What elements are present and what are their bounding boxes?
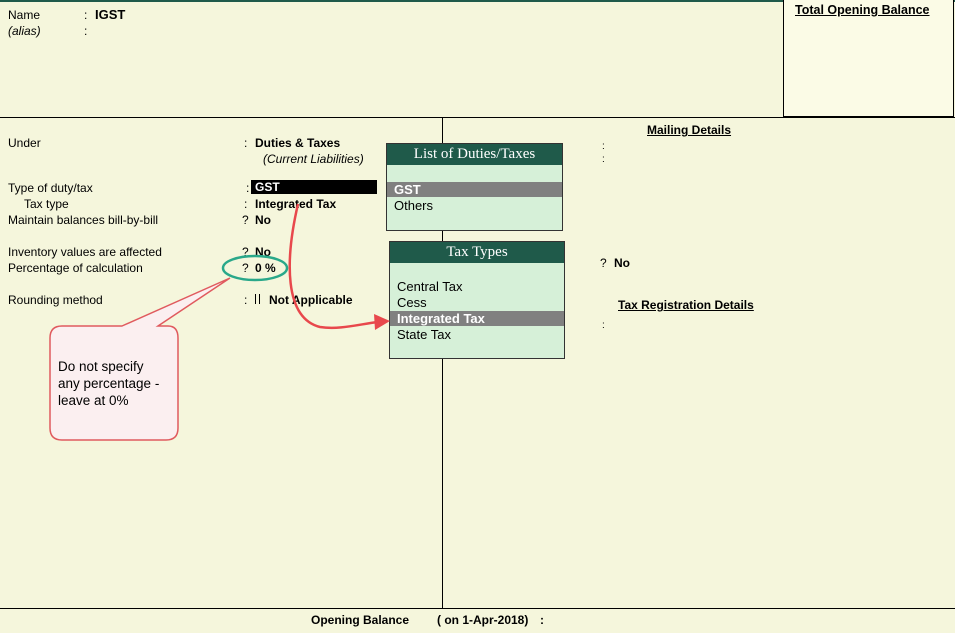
opening-balance-field[interactable] (552, 612, 702, 627)
opening-balance-colon: : (540, 613, 544, 627)
callout-line-1: Do not specify (58, 359, 144, 374)
callout-text: Do not specify any percentage - leave at… (58, 358, 178, 409)
arrow-head-icon (374, 314, 390, 330)
annotation-overlay (49, 203, 390, 441)
opening-balance-date: ( on 1-Apr-2018) (437, 613, 529, 627)
opening-balance-label: Opening Balance (311, 613, 410, 627)
percentage-highlight-circle (221, 254, 289, 282)
callout-line-2: any percentage - (58, 376, 160, 391)
callout-line-3: leave at 0% (58, 393, 129, 408)
arrow-line (288, 203, 379, 330)
